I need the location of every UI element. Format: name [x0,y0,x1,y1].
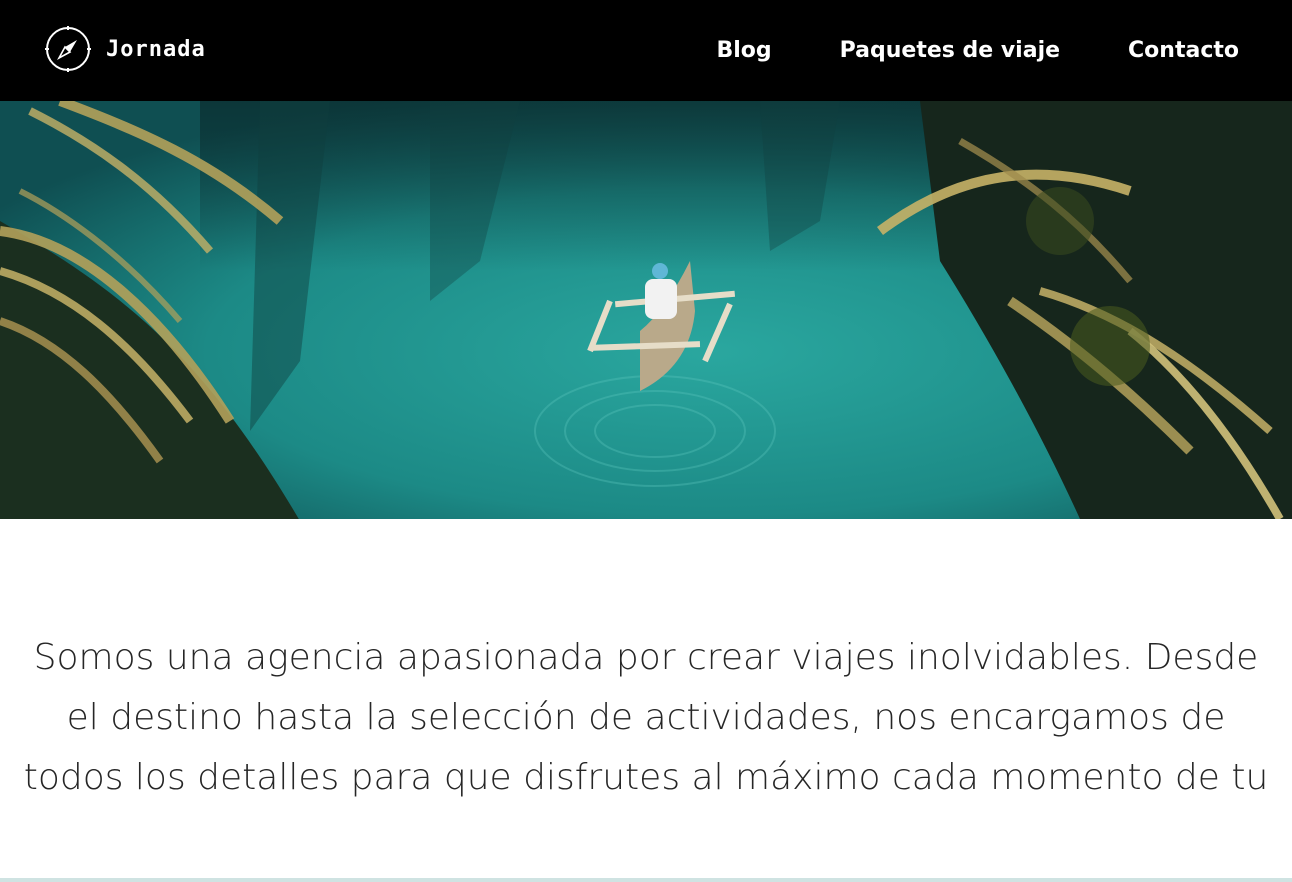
brand-logo[interactable]: Jornada [44,25,206,73]
hero-image [0,101,1292,519]
nav-link-contacto[interactable]: Contacto [1128,28,1239,74]
brand-name: Jornada [106,36,206,62]
site-header: Jornada Blog Paquetes de viaje Contacto [0,0,1292,101]
nav-link-paquetes[interactable]: Paquetes de viaje [840,28,1060,74]
main-nav: Blog Paquetes de viaje Contacto [716,28,1239,74]
bottom-divider [0,878,1292,882]
intro-paragraph: Somos una agencia apasionada por crear v… [23,637,1269,798]
compass-icon [45,26,91,72]
nav-link-blog[interactable]: Blog [716,28,771,74]
river-boat-illustration [0,101,1292,519]
